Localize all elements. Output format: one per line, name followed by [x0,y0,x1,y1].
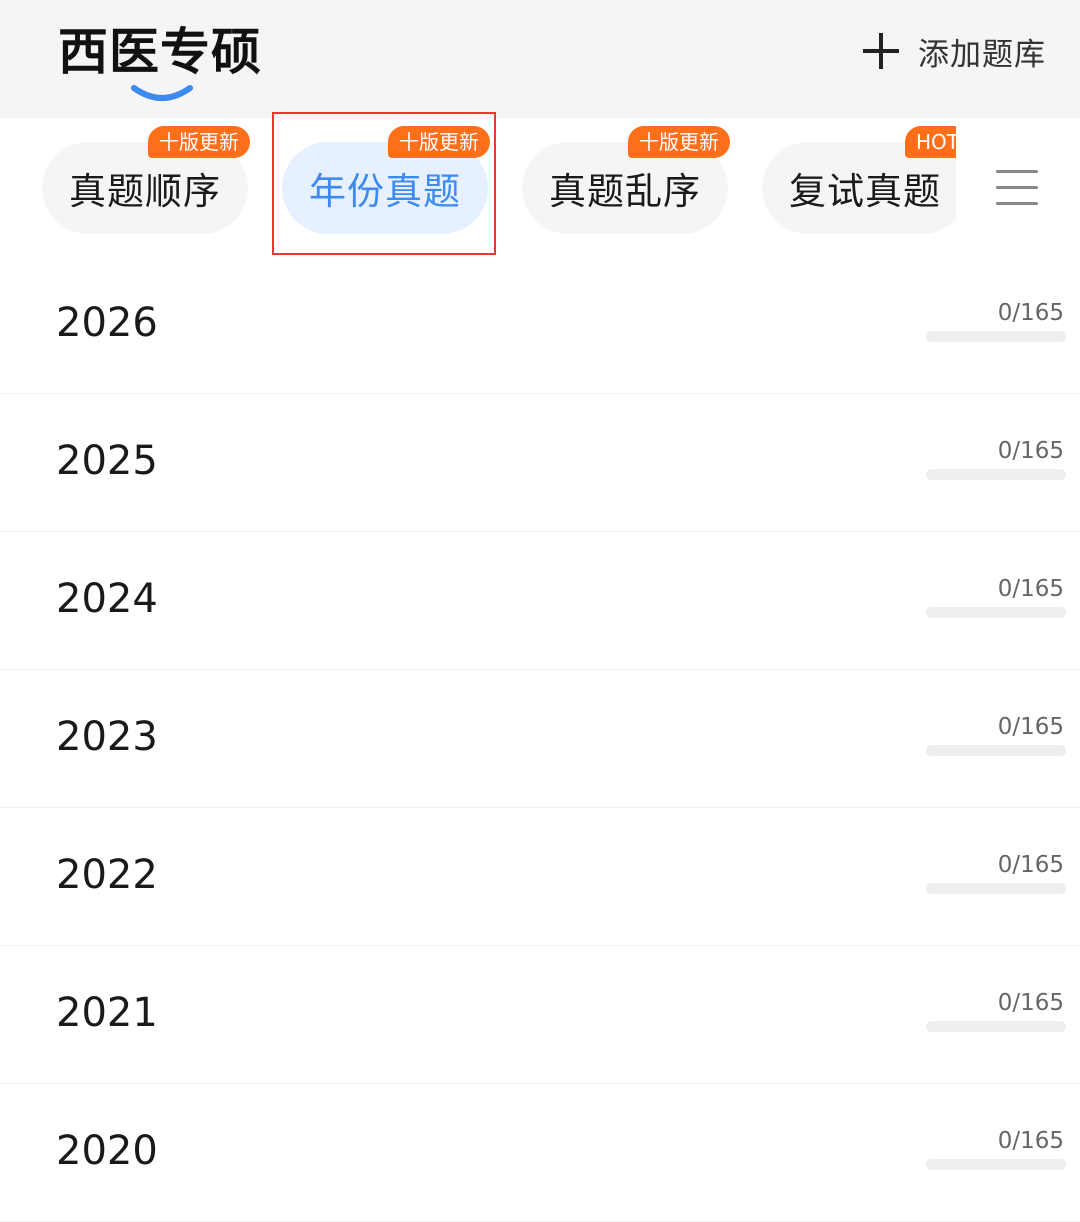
year-label: 2025 [56,438,158,484]
progress-bar [926,607,1066,618]
year-label: 2023 [56,714,158,760]
year-label: 2024 [56,576,158,622]
title-underline-icon [131,85,193,101]
menu-line [996,202,1038,205]
year-list: 2026 0/165 2025 0/165 2024 0/165 2023 0/… [0,256,1080,1222]
progress-bar [926,469,1066,480]
year-row-2024[interactable]: 2024 0/165 [0,532,1080,670]
progress-count: 0/165 [997,300,1064,326]
progress-bar [926,1159,1066,1170]
tab-retest-exam[interactable]: 复试真题 HOT [762,126,956,234]
progress-count: 0/165 [997,576,1064,602]
year-row-2021[interactable]: 2021 0/165 [0,946,1080,1084]
year-row-2020[interactable]: 2020 0/165 [0,1084,1080,1222]
year-row-2022[interactable]: 2022 0/165 [0,808,1080,946]
more-categories-menu-button[interactable] [990,166,1044,210]
category-tab-scroll[interactable]: 真题顺序 十版更新 年份真题 十版更新 真题乱序 十版更新 复试真题 HOT [0,118,956,266]
plus-icon [863,33,899,69]
year-row-2025[interactable]: 2025 0/165 [0,394,1080,532]
tab-sequential-exam[interactable]: 真题顺序 十版更新 [42,126,250,234]
progress-count: 0/165 [997,852,1064,878]
year-label: 2026 [56,300,158,346]
tab-random-exam[interactable]: 真题乱序 十版更新 [522,126,730,234]
tab-badge: HOT [905,126,956,158]
category-tab-bar: 真题顺序 十版更新 年份真题 十版更新 真题乱序 十版更新 复试真题 HOT [0,118,1080,266]
menu-line [996,186,1038,189]
year-row-2023[interactable]: 2023 0/165 [0,670,1080,808]
add-question-bank-button[interactable]: 添加题库 [860,26,1046,76]
tab-badge: 十版更新 [148,126,250,158]
tab-label: 真题乱序 [549,170,701,213]
progress-count: 0/165 [997,990,1064,1016]
menu-line [996,170,1038,173]
year-label: 2021 [56,990,158,1036]
page-title[interactable]: 西医专硕 [58,22,262,82]
tab-label: 复试真题 [789,170,941,213]
progress-bar [926,745,1066,756]
tab-badge: 十版更新 [388,126,490,158]
year-label: 2022 [56,852,158,898]
progress-count: 0/165 [997,714,1064,740]
tab-label: 真题顺序 [69,170,221,213]
progress-count: 0/165 [997,438,1064,464]
progress-count: 0/165 [997,1128,1064,1154]
year-label: 2020 [56,1128,158,1174]
year-row-2026[interactable]: 2026 0/165 [0,256,1080,394]
progress-bar [926,1021,1066,1032]
progress-bar [926,331,1066,342]
add-question-bank-label: 添加题库 [918,36,1046,73]
progress-bar [926,883,1066,894]
tab-badge: 十版更新 [628,126,730,158]
tab-year-exam[interactable]: 年份真题 十版更新 [282,126,490,234]
tab-label: 年份真题 [309,170,461,213]
top-header: 西医专硕 添加题库 [0,0,1080,118]
